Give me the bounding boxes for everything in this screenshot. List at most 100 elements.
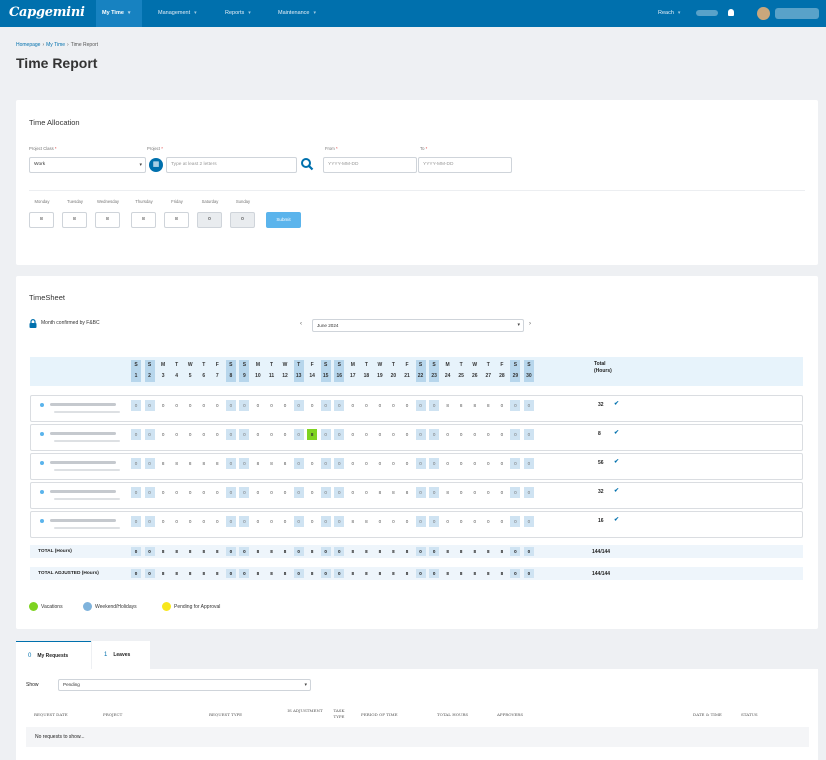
hours-cell[interactable]: 0 — [429, 487, 440, 498]
hours-cell[interactable]: 0 — [334, 458, 345, 469]
hours-cell[interactable]: 0 — [375, 516, 385, 527]
submit-button[interactable]: Submit — [266, 212, 301, 228]
hours-cell[interactable]: 0 — [334, 400, 345, 411]
hours-cell[interactable]: 0 — [456, 458, 466, 469]
hours-cell[interactable]: 0 — [172, 429, 182, 440]
hours-cell[interactable]: 0 — [429, 516, 440, 527]
hours-cell[interactable]: 0 — [225, 429, 236, 440]
next-month-icon[interactable]: › — [529, 321, 531, 327]
hours-cell[interactable]: 0 — [239, 458, 250, 469]
hours-cell[interactable]: 0 — [267, 429, 277, 440]
hours-cell[interactable]: 0 — [307, 487, 317, 498]
hours-cell[interactable]: 8 — [253, 458, 263, 469]
hours-cell[interactable]: 0 — [510, 458, 521, 469]
project-class-select[interactable]: Work ▾ — [29, 157, 146, 173]
hours-cell[interactable]: 0 — [225, 516, 236, 527]
hours-cell[interactable]: 0 — [523, 487, 534, 498]
column-header[interactable]: Status — [741, 712, 758, 717]
project-list-icon[interactable]: ▦ — [149, 158, 163, 172]
column-header[interactable]: Task Type — [329, 708, 349, 720]
hours-cell[interactable]: 0 — [293, 458, 304, 469]
hours-cell[interactable]: 8 — [199, 458, 209, 469]
nav-reports[interactable]: Reports ▾ — [219, 0, 257, 27]
hours-cell[interactable]: 8 — [348, 516, 358, 527]
hours-cell[interactable]: 0 — [185, 487, 195, 498]
hours-cell[interactable]: 0 — [443, 429, 453, 440]
column-header[interactable]: Request Date — [34, 712, 68, 717]
hours-cell[interactable]: 8 — [443, 400, 453, 411]
hours-cell[interactable]: 0 — [348, 487, 358, 498]
hours-cell[interactable]: 0 — [267, 516, 277, 527]
tab-leaves[interactable]: 1 Leaves — [92, 641, 150, 669]
hours-cell[interactable]: 0 — [131, 400, 141, 411]
hours-cell[interactable]: 0 — [239, 516, 250, 527]
hours-cell[interactable]: 0 — [388, 400, 398, 411]
hours-cell[interactable]: 0 — [483, 458, 493, 469]
hours-cell[interactable]: 0 — [320, 458, 331, 469]
capgemini-logo[interactable]: Capgemini — [9, 5, 85, 20]
hours-cell[interactable]: 0 — [293, 487, 304, 498]
hours-cell[interactable]: 0 — [320, 400, 331, 411]
hours-cell[interactable]: 0 — [429, 458, 440, 469]
hours-input-thursday[interactable]: 8 — [131, 212, 156, 228]
hours-cell[interactable]: 8 — [307, 429, 318, 440]
hours-cell[interactable]: 0 — [348, 400, 358, 411]
hours-input-tuesday[interactable]: 8 — [62, 212, 87, 228]
hours-cell[interactable]: 0 — [185, 400, 195, 411]
hours-cell[interactable]: 0 — [443, 516, 453, 527]
to-date-input[interactable]: YYYY-MM-DD — [418, 157, 512, 173]
hours-cell[interactable]: 0 — [199, 429, 209, 440]
hours-cell[interactable]: 0 — [470, 516, 480, 527]
hours-cell[interactable]: 0 — [483, 429, 493, 440]
hours-cell[interactable]: 0 — [523, 400, 534, 411]
hours-cell[interactable]: 8 — [443, 487, 453, 498]
hours-cell[interactable]: 0 — [510, 487, 521, 498]
hours-cell[interactable]: 0 — [320, 429, 331, 440]
hours-cell[interactable]: 0 — [158, 516, 168, 527]
project-search-input[interactable]: Type at least 2 letters — [166, 157, 297, 173]
hours-cell[interactable]: 0 — [375, 429, 385, 440]
hours-cell[interactable]: 0 — [470, 429, 480, 440]
hours-cell[interactable]: 8 — [361, 516, 371, 527]
hours-cell[interactable]: 0 — [293, 516, 304, 527]
hours-cell[interactable]: 0 — [158, 400, 168, 411]
hours-cell[interactable]: 8 — [375, 487, 385, 498]
column-header[interactable]: Total Hours — [437, 712, 468, 717]
hours-cell[interactable]: 0 — [185, 429, 195, 440]
hours-cell[interactable]: 0 — [307, 458, 317, 469]
hours-cell[interactable]: 8 — [388, 487, 398, 498]
hours-cell[interactable]: 0 — [415, 458, 426, 469]
nav-my-time[interactable]: My Time ▾ — [96, 0, 142, 27]
hours-cell[interactable]: 0 — [510, 516, 521, 527]
hours-input-sunday[interactable]: 0 — [230, 212, 255, 228]
hours-cell[interactable]: 0 — [483, 487, 493, 498]
hours-cell[interactable]: 0 — [375, 400, 385, 411]
hours-cell[interactable]: 0 — [523, 458, 534, 469]
hours-cell[interactable]: 0 — [239, 400, 250, 411]
hours-cell[interactable]: 0 — [199, 516, 209, 527]
from-date-input[interactable]: YYYY-MM-DD — [323, 157, 417, 173]
hours-cell[interactable]: 0 — [497, 487, 507, 498]
hours-cell[interactable]: 0 — [497, 400, 507, 411]
hours-cell[interactable]: 0 — [334, 516, 345, 527]
hours-cell[interactable]: 0 — [185, 516, 195, 527]
hours-cell[interactable]: 0 — [307, 400, 317, 411]
hours-cell[interactable]: 0 — [158, 487, 168, 498]
hours-cell[interactable]: 0 — [470, 487, 480, 498]
hours-cell[interactable]: 0 — [497, 458, 507, 469]
hours-cell[interactable]: 8 — [456, 400, 466, 411]
hours-cell[interactable]: 0 — [497, 429, 507, 440]
hours-cell[interactable]: 0 — [388, 429, 398, 440]
hours-cell[interactable]: 0 — [253, 516, 263, 527]
hours-cell[interactable]: 0 — [199, 487, 209, 498]
hours-cell[interactable]: 0 — [131, 516, 141, 527]
breadcrumb-my-time[interactable]: My Time — [46, 42, 65, 48]
hours-cell[interactable]: 0 — [483, 516, 493, 527]
hours-cell[interactable]: 0 — [172, 400, 182, 411]
hours-cell[interactable]: 0 — [523, 429, 534, 440]
hours-cell[interactable]: 0 — [361, 487, 371, 498]
previous-month-icon[interactable]: ‹ — [300, 321, 302, 327]
column-header[interactable]: Is Adjustment — [283, 708, 327, 714]
hours-cell[interactable]: 0 — [456, 487, 466, 498]
hours-cell[interactable]: 0 — [144, 400, 155, 411]
